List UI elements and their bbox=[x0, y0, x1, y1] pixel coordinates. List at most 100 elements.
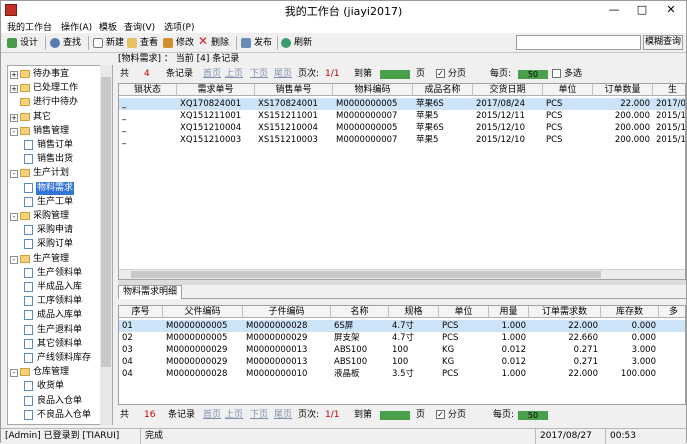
tree-item[interactable]: 生产工单 bbox=[10, 196, 105, 209]
column-header[interactable]: 单位 bbox=[543, 84, 593, 96]
column-header[interactable]: 交货日期 bbox=[473, 84, 543, 96]
next-page-link[interactable]: 下页 bbox=[250, 67, 268, 81]
collapse-icon[interactable]: - bbox=[10, 255, 18, 264]
prev-page-link[interactable]: 上页 bbox=[225, 67, 243, 81]
paging-checkbox[interactable]: ✓ bbox=[436, 69, 445, 78]
column-header[interactable]: 单位 bbox=[439, 306, 489, 318]
tree-item[interactable]: 进行中待办 bbox=[10, 96, 105, 109]
tree-item[interactable]: - 采购管理 bbox=[10, 210, 105, 223]
column-header[interactable]: 需求单号 bbox=[177, 84, 255, 96]
tree-item[interactable]: 半成品入库 bbox=[10, 281, 105, 294]
tab-material-detail[interactable]: 物料需求明细 bbox=[118, 285, 183, 299]
tree-scroll-thumb[interactable] bbox=[101, 77, 111, 367]
per-page-input[interactable]: 50 bbox=[518, 411, 548, 420]
column-header[interactable]: 名称 bbox=[331, 306, 389, 318]
tree-item[interactable]: - 生产计划 bbox=[10, 167, 105, 180]
tree-item[interactable]: 生产退料单 bbox=[10, 324, 105, 337]
scroll-thumb[interactable] bbox=[131, 271, 601, 278]
maximize-button[interactable]: □ bbox=[628, 1, 656, 19]
table-row[interactable]: 04 M0000000029 M0000000013 ABS100 100 KG 0.012… bbox=[119, 356, 685, 368]
goto-page-input[interactable] bbox=[380, 411, 410, 420]
tree-item[interactable]: 成品入库单 bbox=[10, 309, 105, 322]
next-page-link[interactable]: 下页 bbox=[250, 408, 268, 422]
refresh-button[interactable]: 刷新 bbox=[281, 36, 312, 50]
tree-item[interactable]: - 销售管理 bbox=[10, 125, 105, 138]
last-page-link[interactable]: 尾页 bbox=[274, 67, 292, 81]
toolbar-separator bbox=[45, 36, 46, 50]
tree-item[interactable]: - 仓库管理 bbox=[10, 366, 105, 379]
expand-icon[interactable]: + bbox=[10, 71, 18, 79]
tree-item[interactable]: + 待办事宜 bbox=[10, 68, 105, 81]
tree-scrollbar[interactable] bbox=[100, 65, 112, 425]
minimize-button[interactable]: — bbox=[600, 1, 628, 19]
table-row[interactable]: 01 M0000000005 M0000000028 6S屏 4.7寸 PCS 1.000 2… bbox=[119, 320, 685, 332]
tree-item[interactable]: 生产领料单 bbox=[10, 267, 105, 280]
table-row[interactable]: _ XQ151210003 XS151210003 M0000000007 苹果5 201… bbox=[119, 134, 685, 146]
master-h-scrollbar[interactable] bbox=[119, 269, 685, 279]
per-page-input[interactable]: 50 bbox=[518, 70, 548, 79]
publish-button[interactable]: 发布 bbox=[241, 36, 272, 50]
tree-item[interactable]: 其它领料单 bbox=[10, 338, 105, 351]
new-button[interactable]: 新建 bbox=[93, 36, 124, 50]
table-row[interactable]: 02 M0000000005 M0000000029 屏支架 4.7寸 PCS 1.000 2… bbox=[119, 332, 685, 344]
menu-options[interactable]: 选项(P) bbox=[164, 20, 194, 33]
tree-item[interactable]: 工序领料单 bbox=[10, 295, 105, 308]
collapse-icon[interactable]: - bbox=[10, 127, 18, 136]
column-header[interactable]: 序号 bbox=[119, 306, 163, 318]
find-button[interactable]: 查找 bbox=[50, 36, 81, 50]
column-header[interactable]: 物料编码 bbox=[333, 84, 413, 96]
paging-checkbox[interactable]: ✓ bbox=[436, 410, 445, 419]
column-header[interactable]: 成品名称 bbox=[413, 84, 473, 96]
collapse-icon[interactable]: - bbox=[10, 369, 18, 378]
menu-operation[interactable]: 操作(A) bbox=[61, 20, 92, 33]
menu-workbench[interactable]: 我的工作台 bbox=[7, 20, 52, 33]
fuzzy-search-button[interactable]: 模糊查询 bbox=[643, 35, 683, 50]
column-header[interactable]: 子件编码 bbox=[243, 306, 331, 318]
table-row[interactable]: _ XQ151210004 XS151210004 M0000000005 苹果6S 20… bbox=[119, 122, 685, 134]
tree-item[interactable]: + 其它 bbox=[10, 111, 105, 124]
view-button[interactable]: 查看 bbox=[127, 36, 158, 50]
first-page-link[interactable]: 首页 bbox=[203, 67, 221, 81]
column-header[interactable]: 规格 bbox=[389, 306, 439, 318]
collapse-icon[interactable]: - bbox=[10, 170, 18, 179]
column-header[interactable]: 订单数量 bbox=[593, 84, 653, 96]
table-row[interactable]: 04 M0000000028 M0000000010 液晶板 3.5寸 PCS 1.000 2… bbox=[119, 368, 685, 380]
tree-item[interactable]: 销售出货 bbox=[10, 153, 105, 166]
tree-item[interactable]: 采购订单 bbox=[10, 238, 105, 251]
table-row[interactable]: _ XQ170824001 XS170824001 M0000000005 苹果6S 20… bbox=[119, 98, 685, 110]
column-header[interactable]: 生 bbox=[653, 84, 685, 96]
column-header[interactable]: 订单需求数 bbox=[529, 306, 601, 318]
table-row[interactable]: 03 M0000000029 M0000000013 ABS100 100 KG 0.012… bbox=[119, 344, 685, 356]
tree-item[interactable]: 采购申请 bbox=[10, 224, 105, 237]
tree-item[interactable]: 收货单 bbox=[10, 380, 105, 393]
column-header[interactable]: 多 bbox=[659, 306, 685, 318]
column-header[interactable]: 父件编码 bbox=[163, 306, 243, 318]
expand-icon[interactable]: + bbox=[10, 85, 18, 94]
tree-item[interactable]: - 生产管理 bbox=[10, 253, 105, 266]
tree-item[interactable]: 销售订单 bbox=[10, 139, 105, 152]
column-header[interactable]: 库存数 bbox=[601, 306, 659, 318]
design-button[interactable]: 设计 bbox=[7, 36, 38, 50]
tree-item[interactable]: 良品入仓单 bbox=[10, 395, 105, 408]
close-button[interactable]: ✕ bbox=[656, 1, 686, 19]
tree-item[interactable]: 物料需求 bbox=[10, 181, 105, 195]
menu-query[interactable]: 查询(V) bbox=[124, 20, 155, 33]
column-header[interactable]: 锁状态 bbox=[119, 84, 177, 96]
last-page-link[interactable]: 尾页 bbox=[274, 408, 292, 422]
menu-template[interactable]: 模板 bbox=[99, 20, 117, 33]
multi-select-checkbox[interactable] bbox=[552, 69, 561, 78]
collapse-icon[interactable]: - bbox=[10, 213, 18, 221]
tree-item[interactable]: + 已处理工作 bbox=[10, 82, 105, 95]
expand-icon[interactable]: + bbox=[10, 113, 18, 122]
tree-item[interactable]: 不良品入仓单 bbox=[10, 409, 105, 422]
table-row[interactable]: _ XQ151211001 XS151211001 M0000000007 苹果5 201… bbox=[119, 110, 685, 122]
delete-button[interactable]: ✕ 删除 bbox=[198, 35, 229, 50]
edit-button[interactable]: 修改 bbox=[163, 36, 194, 50]
tree-item[interactable]: 产线领料库存 bbox=[10, 352, 105, 365]
first-page-link[interactable]: 首页 bbox=[203, 408, 221, 422]
prev-page-link[interactable]: 上页 bbox=[225, 408, 243, 422]
column-header[interactable]: 用量 bbox=[489, 306, 529, 318]
column-header[interactable]: 销售单号 bbox=[255, 84, 333, 96]
goto-page-input[interactable] bbox=[380, 70, 410, 79]
search-input[interactable] bbox=[516, 35, 641, 50]
